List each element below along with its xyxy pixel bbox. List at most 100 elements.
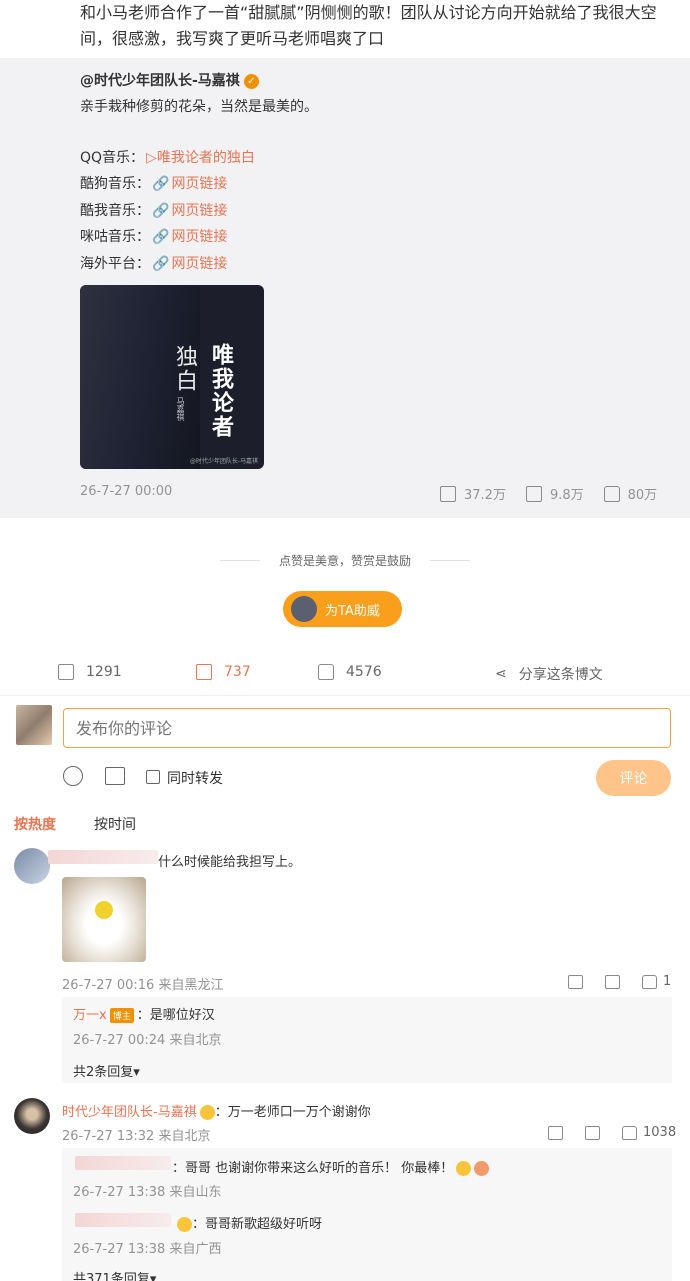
sort-by-time-tab[interactable]: 按时间 [94, 814, 136, 834]
repost-icon [440, 485, 456, 502]
reward-slogan: 点赞是美意，赞赏是鼓励 [220, 552, 470, 569]
kugou-link[interactable]: 网页链接 [171, 176, 227, 192]
album-cover-image[interactable]: 独白 唯我论者 马嘉祺 @时代少年团队长-马嘉祺 [80, 285, 264, 469]
author-badge: 博主 [109, 1008, 134, 1023]
repost-icon [58, 664, 74, 680]
link-label: 酷狗音乐： [80, 176, 150, 192]
chevron-down-icon: ▾ [133, 1065, 140, 1080]
link-row-migu: 咪咕音乐： 🔗 网页链接 [80, 226, 227, 246]
retweet-author[interactable]: @时代少年团队长-马嘉祺 ✓ [80, 70, 259, 90]
qq-music-link[interactable]: ▷唯我论者的独白 [146, 150, 255, 166]
comment-text: 什么时候能给我担写上。 [158, 855, 302, 870]
avatar[interactable] [14, 1098, 50, 1134]
like-count: 1038 [643, 1125, 677, 1140]
link-icon: 🔗 [152, 229, 170, 245]
repost-count: 37.2万 [464, 488, 506, 503]
share-button[interactable]: ⋖ 分享这条博文 [495, 664, 603, 684]
like-button[interactable]: 1 [642, 974, 671, 989]
comment-tools: 1038 [548, 1125, 676, 1140]
retweet-time[interactable]: 26-7-27 00:00 [80, 484, 172, 499]
reply-text: ：哥哥 也谢谢你带来这么好听的音乐！ 你最棒！ [172, 1161, 454, 1176]
comment-count: 737 [224, 664, 251, 680]
repost-icon[interactable] [568, 974, 583, 989]
link-row-overseas: 海外平台： 🔗 网页链接 [80, 253, 227, 273]
comment-submit-button[interactable]: 评论 [596, 760, 671, 796]
cover-title-b: 唯我论者 [208, 343, 233, 439]
retweet-author-name[interactable]: @时代少年团队长-马嘉祺 [80, 73, 240, 89]
chevron-down-icon: ▾ [149, 1272, 157, 1281]
comment: 时代少年团队长-马嘉祺 ：万一老师口一万个谢谢你 [62, 1101, 371, 1120]
repost-icon[interactable] [548, 1125, 563, 1140]
repost-checkbox-label[interactable]: 同时转发 [167, 768, 223, 788]
link-label: 咪咕音乐： [80, 229, 150, 245]
repost-checkbox[interactable] [146, 770, 160, 784]
retweet-comment-button[interactable]: 9.8万 [525, 484, 584, 503]
like-count: 80万 [627, 488, 658, 503]
more-replies-link[interactable]: 共371条回复▾ [73, 1268, 156, 1281]
link-label: 酷我音乐： [80, 203, 150, 219]
action-bar: 1291 737 4576 ⋖ 分享这条博文 [0, 652, 690, 696]
overseas-link[interactable]: 网页链接 [171, 256, 227, 272]
cover-artist: 马嘉祺 [176, 397, 185, 421]
reply: ：哥哥新歌超级好听呀 [174, 1213, 322, 1232]
more-replies-link[interactable]: 共2条回复▾ [73, 1061, 140, 1080]
reply: ：哥哥 也谢谢你带来这么好听的音乐！ 你最棒！ [172, 1157, 490, 1176]
cover-title-a: 独白 [172, 345, 197, 393]
reply-text: ：是哪位好汉 [136, 1008, 215, 1023]
migu-link[interactable]: 网页链接 [171, 229, 227, 245]
reply-time: 26-7-27 13:38 来自广西 [73, 1242, 222, 1257]
reply-time: 26-7-27 00:24 来自北京 [73, 1033, 222, 1048]
retweet-actions: 37.2万 9.8万 80万 [440, 484, 657, 503]
like-icon [318, 664, 334, 680]
reply-text: ：哥哥新歌超级好听呀 [192, 1217, 323, 1232]
link-icon: 🔗 [152, 256, 170, 272]
kuwo-link[interactable]: 网页链接 [171, 203, 227, 219]
cover-watermark: @时代少年团队长-马嘉祺 [189, 458, 258, 465]
reply-user[interactable]: 万一x [73, 1008, 107, 1023]
repost-button[interactable]: 1291 [58, 664, 122, 680]
link-row-kugou: 酷狗音乐： 🔗 网页链接 [80, 173, 227, 193]
comment-icon[interactable] [585, 1125, 600, 1140]
retweet-body: 亲手栽种修剪的花朵，当然是最美的。 [80, 99, 318, 115]
comment-icon [525, 485, 542, 502]
like-count: 1 [663, 974, 672, 989]
more-replies-label: 共371条回复 [73, 1272, 150, 1281]
reward-slogan-text: 点赞是美意，赞赏是鼓励 [278, 554, 411, 568]
reward-avatar [291, 596, 317, 622]
reward-button[interactable]: 为TA助威 [283, 591, 402, 627]
retweet-repost-button[interactable]: 37.2万 [440, 484, 506, 503]
comment-time: 26-7-27 13:32 来自北京 [62, 1129, 211, 1144]
comment-image[interactable] [62, 877, 146, 962]
link-label: 海外平台： [80, 256, 150, 272]
comment-icon[interactable] [605, 974, 620, 989]
link-row-kuwo: 酷我音乐： 🔗 网页链接 [80, 200, 227, 220]
image-icon[interactable] [105, 767, 125, 785]
sort-by-hot-tab[interactable]: 按热度 [14, 814, 56, 834]
comment-input[interactable] [63, 708, 671, 748]
link-label: QQ音乐： [80, 150, 145, 166]
comment-button[interactable]: 737 [196, 664, 251, 680]
comment-count: 9.8万 [549, 488, 584, 503]
more-replies-label: 共2条回复 [73, 1065, 134, 1080]
comment-text: ：万一老师口一万个谢谢你 [214, 1105, 371, 1120]
post-text: 和小马老师合作了一首“甜腻腻”阴恻恻的歌！团队从讨论方向开始就给了我很大空间，很… [80, 3, 657, 48]
reward-button-label: 为TA助威 [325, 603, 380, 619]
share-label: 分享这条博文 [518, 667, 603, 683]
sticker-icon [95, 901, 113, 919]
emoji-icon [177, 1217, 192, 1232]
blurred-username [48, 850, 158, 864]
reply-time: 26-7-27 13:38 来自山东 [73, 1185, 222, 1200]
comment-icon [196, 664, 212, 680]
retweet-like-button[interactable]: 80万 [603, 484, 658, 503]
my-avatar [16, 705, 52, 745]
emoji-icon [474, 1161, 490, 1176]
link-row-qq: QQ音乐： ▷唯我论者的独白 [80, 147, 255, 167]
repost-count: 1291 [86, 664, 122, 680]
emoji-icon [199, 1105, 215, 1120]
emoji-icon[interactable] [63, 766, 83, 786]
comment-user[interactable]: 时代少年团队长-马嘉祺 [62, 1105, 197, 1120]
like-button[interactable]: 4576 [318, 664, 382, 680]
like-button[interactable]: 1038 [622, 1125, 676, 1140]
share-icon: ⋖ [495, 666, 507, 682]
avatar[interactable] [14, 848, 50, 884]
